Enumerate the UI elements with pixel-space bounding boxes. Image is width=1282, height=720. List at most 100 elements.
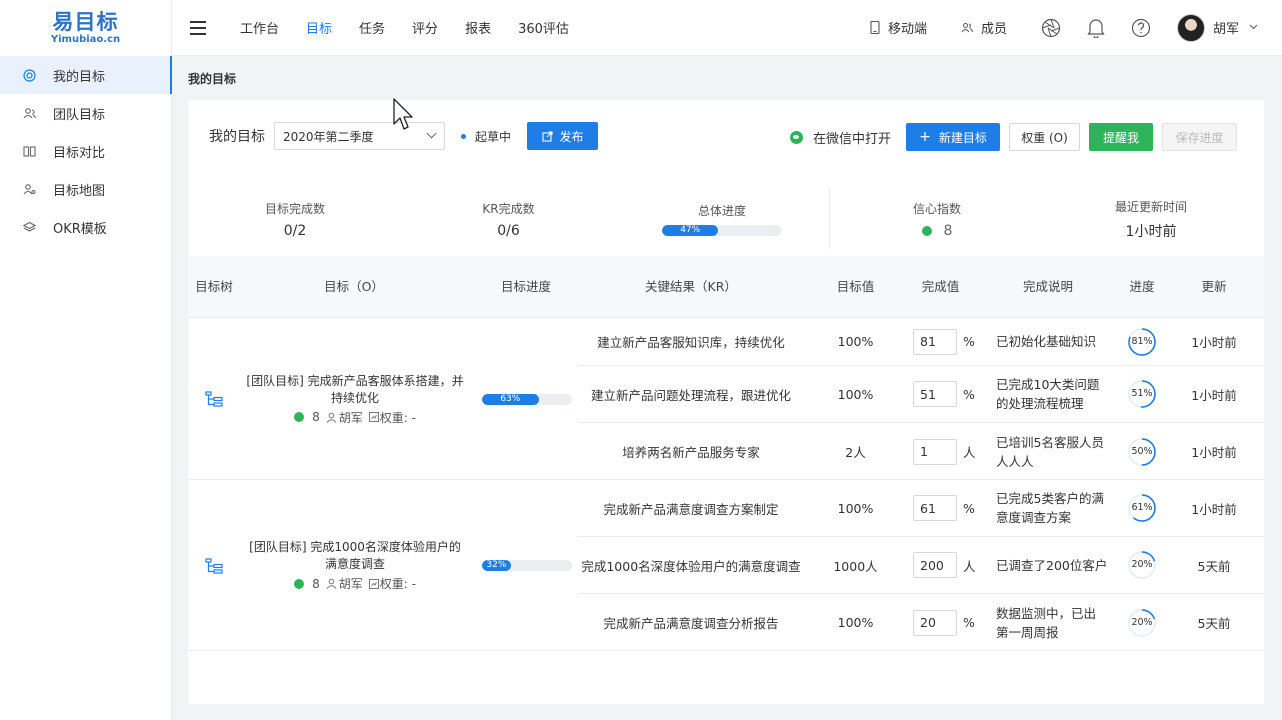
mouse-cursor-icon (393, 98, 413, 130)
sidebar-item-label: 目标地图 (53, 183, 106, 199)
weight-button[interactable]: 权重 (O) (1009, 123, 1080, 151)
stat-label: 总体进度 (697, 204, 746, 218)
chevron-down-icon[interactable] (1249, 22, 1258, 33)
confidence-dot (294, 412, 305, 422)
publish-button[interactable]: 发布 (527, 122, 599, 150)
kr-desc[interactable]: 已完成5类客户的满意度调查方案 (996, 489, 1108, 527)
kr-desc-cell: 已培训5名客服人员人人人 (996, 423, 1116, 480)
kr-done-input[interactable]: 200 (913, 552, 957, 578)
logo-subtext: Yimubiao.cn (50, 34, 121, 45)
kr-name[interactable]: 完成新产品满意度调查分析报告 (578, 594, 804, 651)
period-select[interactable]: 2020年第二季度 (274, 122, 445, 150)
confidence-value: 8 (921, 223, 952, 239)
goal-tree-icon[interactable] (205, 391, 223, 407)
status-dot (461, 133, 466, 139)
logo[interactable]: 易目标 Yimubiao.cn (0, 0, 171, 56)
sidebar-item-goal-compare[interactable]: 目标对比 (0, 132, 171, 170)
user-icon (326, 578, 337, 589)
user-name[interactable]: 胡军 (1213, 18, 1239, 37)
kr-done-input[interactable]: 51 (913, 381, 957, 407)
mobile-link[interactable]: 移动端 (870, 18, 927, 37)
sidebar-item-team-goals[interactable]: 团队目标 (0, 94, 171, 132)
kr-name[interactable]: 完成新产品满意度调查方案制定 (578, 480, 804, 536)
kr-progress-ring[interactable]: 81% (1127, 327, 1157, 357)
kr-desc[interactable]: 数据监测中，已出第一周周报 (996, 604, 1108, 642)
objective-progress-bar: 63% (482, 393, 572, 405)
kr-updated: 1小时前 (1191, 445, 1237, 460)
kr-progress-ring[interactable]: 61% (1127, 493, 1157, 523)
top-nav-scoring[interactable]: 评分 (412, 18, 438, 37)
objective-owner: 胡军 (338, 410, 363, 425)
kr-updated: 1小时前 (1191, 335, 1237, 350)
sidebar-item-my-goals[interactable]: 我的目标 (0, 56, 172, 94)
members-link[interactable]: 成员 (961, 18, 1007, 37)
kr-progress-ring[interactable]: 50% (1127, 437, 1157, 467)
kr-progress-ring[interactable]: 51% (1127, 379, 1157, 409)
menu-icon[interactable] (190, 20, 206, 35)
help-icon[interactable] (1131, 18, 1151, 38)
top-nav-workbench[interactable]: 工作台 (240, 18, 279, 37)
bell-icon[interactable] (1087, 18, 1105, 38)
remind-me-button[interactable]: 提醒我 (1089, 123, 1153, 151)
kr-desc[interactable]: 已完成10大类问题的处理流程梳理 (996, 375, 1108, 413)
kr-desc-cell: 已完成10大类问题的处理流程梳理 (996, 366, 1116, 422)
sidebar-item-label: 目标对比 (53, 145, 106, 161)
objective-confidence: 8 (312, 410, 320, 424)
kr-name[interactable]: 建立新产品客服知识库，持续优化 (578, 318, 804, 365)
kr-progress-cell: 61% (1118, 480, 1166, 536)
kr-target: 100% (837, 386, 874, 402)
kr-done-input[interactable]: 20 (913, 609, 957, 636)
objective-group: [团队目标] 完成1000名深度体验用户的满意度调查 8 胡军 权重: - 32… (188, 480, 1264, 651)
kr-desc-cell: 已初始化基础知识 (996, 318, 1116, 365)
kr-desc[interactable]: 已培训5名客服人员人人人 (996, 433, 1108, 471)
kr-name[interactable]: 培养两名新产品服务专家 (578, 423, 804, 480)
kr-updated: 5天前 (1197, 558, 1231, 574)
user-icon (326, 412, 337, 423)
kr-progress-cell: 50% (1118, 423, 1166, 480)
sidebar-item-goal-map[interactable]: 目标地图 (0, 170, 171, 208)
top-nav-360[interactable]: 360评估 (518, 18, 569, 37)
aperture-icon[interactable] (1041, 18, 1061, 38)
table-row: 建立新产品问题处理流程，跟进优化 100% 51 % 已完成10大类问题的处理流… (578, 366, 1264, 423)
top-nav-reports[interactable]: 报表 (465, 18, 491, 37)
kr-progress-ring[interactable]: 20% (1127, 608, 1157, 638)
kr-target: 1000人 (833, 558, 878, 574)
stat-label: 最近更新时间 (1114, 199, 1187, 214)
kr-name[interactable]: 建立新产品问题处理流程，跟进优化 (578, 366, 804, 422)
stat-label: 目标完成数 (264, 201, 325, 216)
avatar[interactable] (1176, 13, 1205, 42)
top-nav-goals[interactable]: 目标 (306, 18, 332, 37)
kr-done-input[interactable]: 81 (913, 328, 957, 355)
stat-objectives-done: 目标完成数 0/2 (188, 182, 402, 256)
kr-name[interactable]: 完成1000名深度体验用户的满意度调查 (578, 537, 804, 593)
objective-confidence: 8 (312, 576, 320, 591)
objective-title[interactable]: [团队目标] 完成1000名深度体验用户的满意度调查 (244, 539, 466, 573)
kr-target: 100% (837, 615, 874, 630)
mobile-icon (870, 21, 880, 34)
kr-progress-text: 20% (1131, 616, 1153, 628)
kr-progress-ring[interactable]: 20% (1127, 550, 1157, 580)
stat-overall-progress: 总体进度 47% (615, 182, 829, 256)
sidebar-item-label: 团队目标 (53, 107, 106, 123)
kr-updated: 1小时前 (1191, 501, 1237, 517)
objective-group: [团队目标] 完成新产品客服体系搭建，并持续优化 8 胡军 权重: - 63% … (188, 318, 1264, 480)
new-goal-button[interactable]: + 新建目标 (906, 123, 1000, 151)
kr-updated: 1小时前 (1191, 387, 1237, 403)
kr-desc[interactable]: 已初始化基础知识 (996, 332, 1108, 351)
top-nav-tasks[interactable]: 任务 (359, 18, 385, 37)
objective-owner: 胡军 (338, 577, 363, 591)
top-nav: 工作台 目标 任务 评分 报表 360评估 (240, 18, 596, 37)
save-progress-button[interactable]: 保存进度 (1162, 123, 1237, 151)
target-icon (22, 68, 36, 82)
kr-desc[interactable]: 已调查了200位客户 (996, 556, 1108, 575)
status-text: 起草中 (475, 129, 512, 144)
kr-done-input[interactable]: 1 (913, 438, 957, 465)
open-in-wechat-link[interactable]: 在微信中打开 (790, 128, 891, 147)
sidebar-item-okr-template[interactable]: OKR模板 (0, 208, 171, 246)
objective-title[interactable]: [团队目标] 完成新产品客服体系搭建，并持续优化 (244, 373, 466, 407)
kr-done-input[interactable]: 61 (913, 495, 957, 521)
kr-target: 2人 (845, 445, 866, 460)
confidence-dot (921, 225, 932, 236)
kr-unit: % (963, 334, 975, 349)
goal-tree-icon[interactable] (205, 557, 223, 574)
